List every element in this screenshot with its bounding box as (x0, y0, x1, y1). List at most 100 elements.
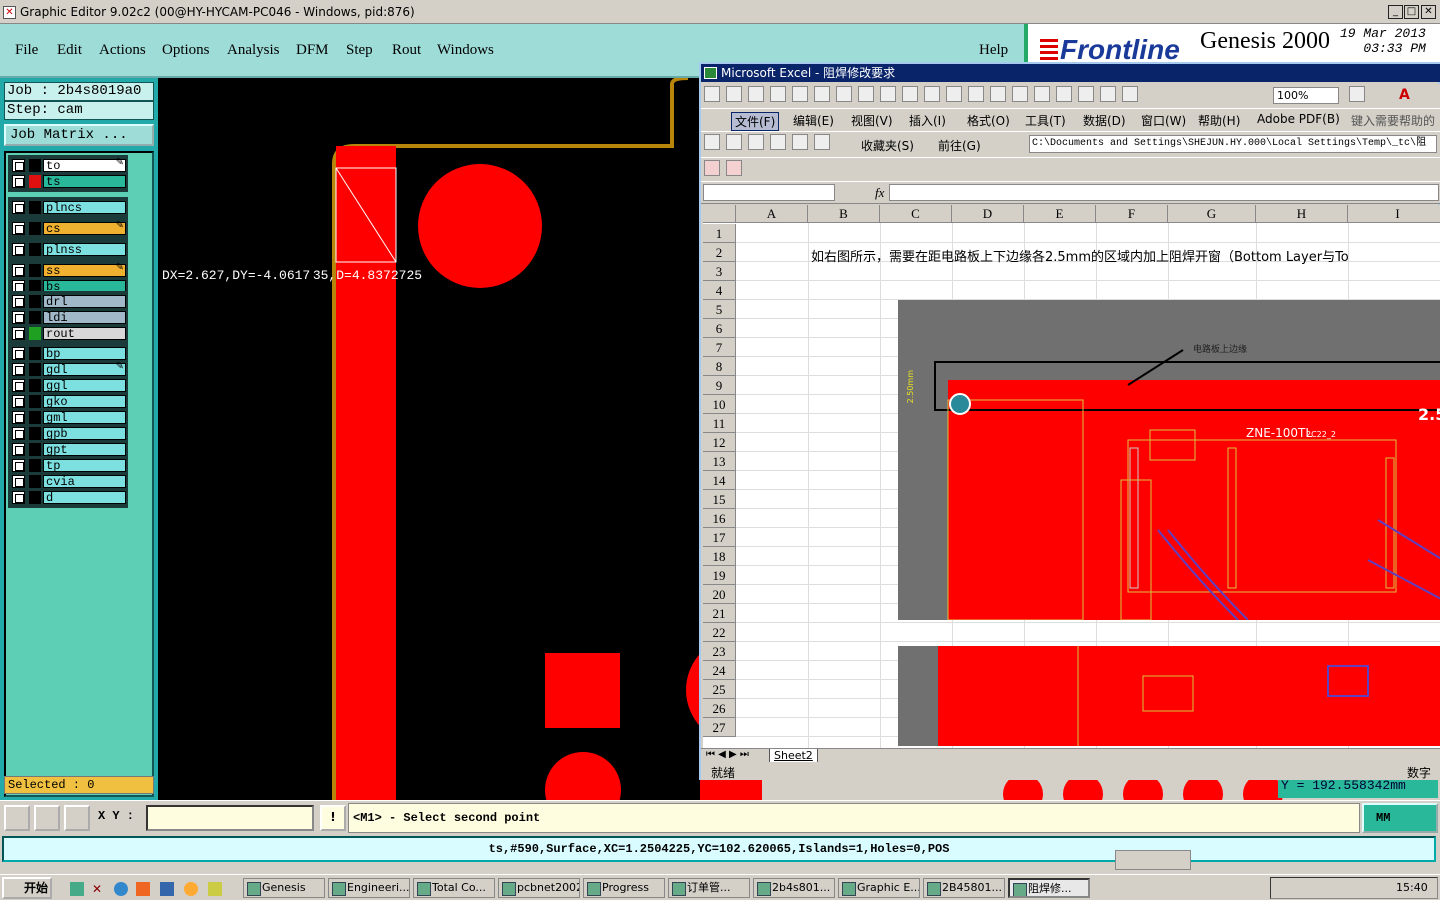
tray-mini-panel[interactable] (1115, 850, 1191, 870)
excel-menu-view[interactable]: 视图(V) (851, 112, 893, 129)
address-field[interactable]: C:\Documents and Settings\SHEJUN.HY.000\… (1029, 135, 1437, 153)
refresh-icon[interactable] (770, 134, 786, 150)
select-all[interactable] (703, 205, 736, 223)
row-header[interactable]: 18 (703, 547, 736, 566)
layer-color-swatch[interactable] (29, 459, 41, 472)
quicklaunch-icon[interactable] (208, 882, 222, 896)
layer-color-swatch[interactable] (29, 243, 41, 256)
format-painter-icon[interactable] (946, 86, 962, 102)
layer-checkbox[interactable] (12, 295, 25, 308)
layer-name[interactable]: gpb (43, 427, 126, 441)
layer-row[interactable]: cs ✎ (10, 220, 126, 236)
row-header[interactable]: 19 (703, 566, 736, 585)
autosum-icon[interactable] (1034, 86, 1050, 102)
task-graphic-editor[interactable]: Graphic E... (838, 878, 920, 898)
layer-row[interactable]: ss ✎ (10, 262, 126, 278)
column-header[interactable]: E (1024, 205, 1096, 223)
menu-actions[interactable]: Actions (99, 42, 146, 59)
layer-checkbox[interactable] (12, 411, 25, 424)
excel-menu-adobe[interactable]: Adobe PDF(B) (1257, 112, 1340, 126)
save-icon[interactable] (748, 86, 764, 102)
task-order-mgmt[interactable]: 订单管... (668, 878, 750, 898)
embedded-pcb-image-2[interactable] (898, 646, 1440, 746)
task-pcbnet[interactable]: pcbnet2002 (498, 878, 580, 898)
layer-color-swatch[interactable] (29, 327, 41, 340)
layer-name[interactable]: d (43, 491, 126, 505)
layer-name[interactable]: cvia (43, 475, 126, 489)
excel-menu-edit[interactable]: 编辑(E) (793, 112, 834, 129)
row-header[interactable]: 2 (703, 243, 736, 262)
layer-row[interactable]: rout (10, 326, 126, 341)
row-header[interactable]: 11 (703, 414, 736, 433)
minimize-button[interactable]: _ (1388, 5, 1403, 19)
worksheet-grid[interactable]: A B C D E F G H I 1 2 3 4 5 6 7 8 9 10 11 12 13 14 15 1… (703, 205, 1440, 748)
layer-checkbox[interactable] (12, 311, 25, 324)
chart-icon[interactable] (1100, 86, 1116, 102)
column-header[interactable]: G (1168, 205, 1256, 223)
layer-color-swatch[interactable] (29, 175, 41, 188)
menu-help[interactable]: Help (979, 42, 1008, 59)
task-progress[interactable]: Progress (583, 878, 665, 898)
layer-color-swatch[interactable] (29, 411, 41, 424)
layer-checkbox[interactable] (12, 379, 25, 392)
zoom-select[interactable]: 100% (1273, 87, 1339, 104)
layer-name[interactable]: ggl (43, 379, 126, 393)
row-header[interactable]: 16 (703, 509, 736, 528)
column-header[interactable]: C (880, 205, 952, 223)
layer-checkbox[interactable] (12, 243, 25, 256)
excel-menu-window[interactable]: 窗口(W) (1141, 112, 1186, 129)
layer-row[interactable]: gpt (10, 442, 126, 457)
layer-row[interactable]: gko (10, 394, 126, 409)
search-icon[interactable] (814, 134, 830, 150)
layer-checkbox[interactable] (12, 395, 25, 408)
layer-checkbox[interactable] (12, 222, 25, 235)
quicklaunch-icon[interactable] (136, 882, 150, 896)
hyperlink-icon[interactable] (1012, 86, 1028, 102)
layer-checkbox[interactable] (12, 459, 25, 472)
sort-desc-icon[interactable] (1078, 86, 1094, 102)
row-header[interactable]: 8 (703, 357, 736, 376)
ie-icon[interactable] (114, 882, 128, 896)
layer-row[interactable]: bp (10, 346, 126, 361)
row-header[interactable]: 21 (703, 604, 736, 623)
zoom-fit-icon[interactable] (4, 805, 30, 831)
layer-row[interactable]: ggl (10, 378, 126, 393)
maximize-button[interactable]: □ (1404, 5, 1419, 19)
paste-icon[interactable] (924, 86, 940, 102)
help-icon[interactable] (1349, 86, 1365, 102)
layer-name[interactable]: drl (43, 295, 126, 309)
quicklaunch-icon[interactable]: ✕ (92, 882, 106, 896)
layer-name[interactable]: bp (43, 347, 126, 361)
task-job[interactable]: 2b4s801... (753, 878, 835, 898)
menu-rout[interactable]: Rout (392, 42, 421, 59)
embedded-pcb-image[interactable]: 电路板上边缘 2.50mm ZNE-100TL 2C22_2 2.5 (898, 300, 1440, 620)
back-icon[interactable] (704, 134, 720, 150)
layer-row[interactable]: ts (10, 174, 126, 189)
layer-checkbox[interactable] (12, 159, 25, 172)
row-header[interactable]: 3 (703, 262, 736, 281)
quicklaunch-icon[interactable] (70, 882, 84, 896)
row-header[interactable]: 6 (703, 319, 736, 338)
row-header[interactable]: 7 (703, 338, 736, 357)
row-header[interactable]: 13 (703, 452, 736, 471)
row-header[interactable]: 4 (703, 281, 736, 300)
layer-checkbox[interactable] (12, 363, 25, 376)
layer-checkbox[interactable] (12, 175, 25, 188)
layer-color-swatch[interactable] (29, 159, 41, 172)
open-icon[interactable] (726, 86, 742, 102)
menu-dfm[interactable]: DFM (296, 42, 329, 59)
units-select[interactable]: MM (1362, 803, 1438, 833)
column-header[interactable]: A (736, 205, 808, 223)
xy-input[interactable] (146, 805, 314, 831)
layer-color-swatch[interactable] (29, 264, 41, 277)
layer-checkbox[interactable] (12, 443, 25, 456)
layer-name[interactable]: ts (43, 175, 126, 189)
redo-icon[interactable] (990, 86, 1006, 102)
layer-name[interactable]: rout (43, 327, 126, 341)
stop-icon[interactable] (748, 134, 764, 150)
copy-icon[interactable] (902, 86, 918, 102)
layer-name[interactable]: cs (43, 222, 126, 236)
excel-menu-help[interactable]: 帮助(H) (1198, 112, 1240, 129)
layer-color-swatch[interactable] (29, 395, 41, 408)
undo-icon[interactable] (968, 86, 984, 102)
